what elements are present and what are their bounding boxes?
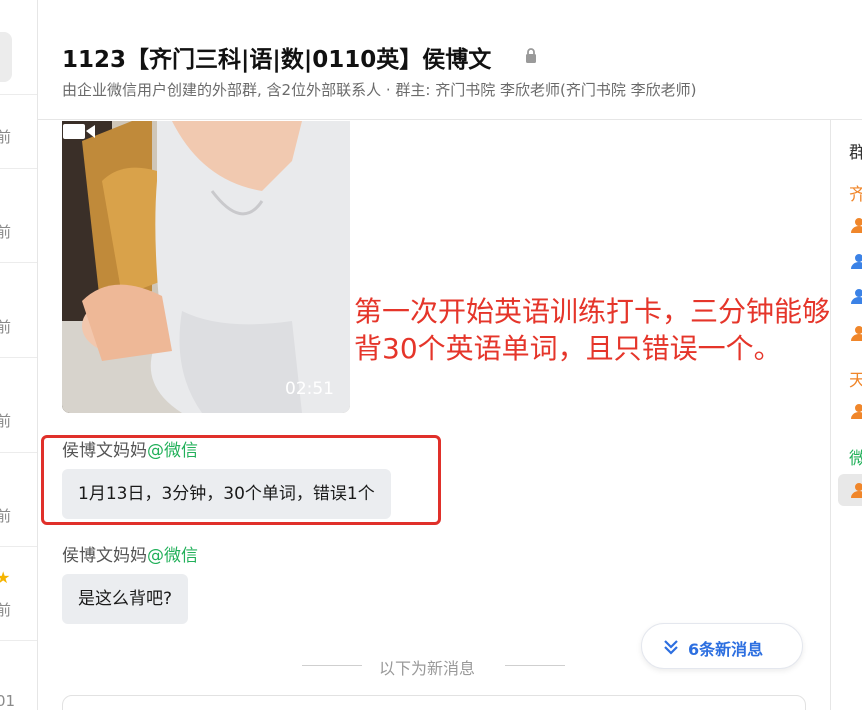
user-icon[interactable] xyxy=(851,217,862,233)
conversation-time: 前 xyxy=(0,599,11,620)
member-panel-heading: 群 xyxy=(849,138,862,163)
message-list[interactable]: 02:51 第一次开始英语训练打卡，三分钟能够背30个英语单词，且只错误一个。 … xyxy=(38,121,830,710)
star-icon: ★ xyxy=(0,568,10,587)
member-panel: 群 齐 天 微 xyxy=(830,120,862,710)
list-divider xyxy=(0,94,37,95)
list-divider xyxy=(0,546,37,547)
sender-name: 侯博文妈妈 xyxy=(62,441,147,461)
group-subtitle: 由企业微信用户创建的外部群, 含2位外部联系人 · 群主: 齐门书院 李欣老师(… xyxy=(62,81,697,99)
conversation-item-selected[interactable] xyxy=(0,32,12,82)
video-message[interactable]: 02:51 xyxy=(62,121,350,413)
conversation-time: 前 xyxy=(0,126,11,147)
conversation-time: 01 xyxy=(0,692,16,710)
message-sender[interactable]: 侯博文妈妈@微信 xyxy=(62,436,198,461)
conversation-time: 前 xyxy=(0,505,11,526)
list-divider xyxy=(0,168,37,169)
new-messages-label: 6条新消息 xyxy=(688,640,764,659)
divider-line-right xyxy=(505,665,565,666)
sender-tag: @微信 xyxy=(147,441,198,461)
sender-tag: @微信 xyxy=(147,546,198,566)
group-title[interactable]: 1123【齐门三科|语|数|0110英】侯博文 xyxy=(62,40,491,74)
new-messages-divider: 以下为新消息 xyxy=(379,659,476,678)
conversation-time: 前 xyxy=(0,316,11,337)
list-divider xyxy=(0,452,37,453)
list-divider xyxy=(0,640,37,641)
double-chevron-down-icon xyxy=(664,640,678,655)
member-group-label: 微 xyxy=(849,444,862,469)
chat-header: 1123【齐门三科|语|数|0110英】侯博文 由企业微信用户创建的外部群, 含… xyxy=(38,0,862,120)
conversation-time: 前 xyxy=(0,410,11,431)
user-icon[interactable] xyxy=(851,253,862,269)
video-thumbnail xyxy=(62,121,350,413)
new-messages-button[interactable]: 6条新消息 xyxy=(641,623,803,669)
member-group-label: 齐 xyxy=(849,180,862,205)
sender-name: 侯博文妈妈 xyxy=(62,546,147,566)
conversation-list: 前 前 前 前 前 ★ 前 01 xyxy=(0,0,38,710)
message-bubble[interactable]: 是这么背吧? xyxy=(62,574,189,624)
lock-icon xyxy=(526,48,536,63)
video-duration: 02:51 xyxy=(285,379,334,399)
user-icon[interactable] xyxy=(851,288,862,304)
user-icon[interactable] xyxy=(851,482,862,498)
user-icon[interactable] xyxy=(851,325,862,341)
video-camera-icon xyxy=(63,124,95,139)
conversation-time: 前 xyxy=(0,221,11,242)
list-divider xyxy=(0,357,37,358)
annotation-text: 第一次开始英语训练打卡，三分钟能够背30个英语单词，且只错误一个。 xyxy=(354,295,830,365)
list-divider xyxy=(0,262,37,263)
member-group-label: 天 xyxy=(849,366,862,391)
divider-line-left xyxy=(302,665,362,666)
message-card[interactable] xyxy=(62,695,806,710)
message-sender[interactable]: 侯博文妈妈@微信 xyxy=(62,541,198,566)
user-icon[interactable] xyxy=(851,403,862,419)
message-bubble[interactable]: 1月13日，3分钟，30个单词，错误1个 xyxy=(62,469,391,519)
